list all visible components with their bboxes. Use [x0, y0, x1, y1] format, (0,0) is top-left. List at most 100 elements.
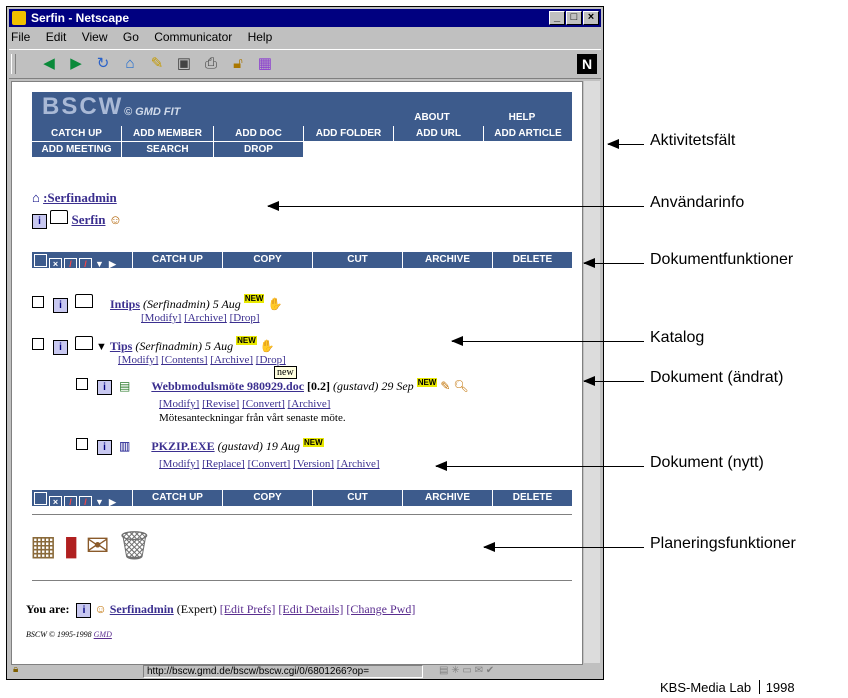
home-icon[interactable]: ⌂ [120, 55, 140, 73]
gmd-link[interactable]: GMD [94, 630, 112, 639]
info-icon[interactable]: i [32, 214, 47, 229]
forward-icon[interactable]: ▶ [66, 55, 86, 73]
catch-up-action[interactable]: CATCH UP [132, 252, 222, 268]
drop-link[interactable]: [Drop] [230, 312, 260, 324]
info-icon[interactable]: i [53, 340, 68, 355]
replace-link[interactable]: [Replace] [202, 458, 245, 470]
action-bar-bottom: × / / ▼ ▶ CATCH UP COPY CUT ARCHIVE DELETE [32, 490, 572, 509]
select-all-icon[interactable] [34, 492, 47, 505]
invert-icon[interactable]: / [79, 258, 92, 271]
info-icon[interactable]: i [53, 298, 68, 313]
add-folder-button[interactable]: ADD FOLDER [304, 126, 394, 141]
minimize-button[interactable]: _ [549, 11, 565, 25]
cut-action[interactable]: CUT [312, 490, 402, 506]
search-button[interactable]: SEARCH [122, 142, 214, 157]
modify-link[interactable]: [Modify] [159, 398, 199, 410]
version-link[interactable]: [Version] [293, 458, 334, 470]
help-button[interactable]: HELP [482, 110, 562, 126]
catch-up-button[interactable]: CATCH UP [32, 126, 122, 141]
briefcase-icon[interactable]: ✉ [86, 531, 109, 562]
about-button[interactable]: ABOUT [402, 110, 462, 126]
edit-prefs-link[interactable]: [Edit Prefs] [220, 602, 276, 616]
cut-action[interactable]: CUT [312, 252, 402, 268]
tips-link[interactable]: Tips [110, 339, 132, 353]
pkzip-link[interactable]: PKZIP.EXE [151, 439, 214, 453]
delete-action[interactable]: DELETE [492, 490, 572, 506]
add-article-button[interactable]: ADD ARTICLE [484, 126, 572, 141]
archive-action[interactable]: ARCHIVE [402, 252, 492, 268]
expand-icon[interactable]: ▶ [107, 497, 118, 508]
deselect-icon[interactable]: × [49, 258, 62, 271]
modify-link[interactable]: [Modify] [159, 458, 199, 470]
drop-button[interactable]: DROP [214, 142, 304, 157]
collapse-icon[interactable]: ▼ [94, 259, 105, 270]
invert-icon[interactable]: / [79, 496, 92, 509]
vertical-scrollbar[interactable] [583, 81, 600, 663]
archive-link[interactable]: [Archive] [184, 312, 227, 324]
menu-communicator[interactable]: Communicator [154, 30, 232, 44]
reload-icon[interactable]: ↻ [93, 55, 113, 73]
revise-link[interactable]: [Revise] [202, 398, 239, 410]
guide-icon[interactable]: ▣ [174, 55, 194, 73]
print-icon[interactable]: ⎙ [201, 55, 221, 73]
delete-action[interactable]: DELETE [492, 252, 572, 268]
deselect-icon[interactable]: × [49, 496, 62, 509]
trash-icon[interactable]: 🗑︎ [116, 531, 152, 562]
calendar-icon[interactable]: ▮ [63, 531, 78, 562]
stop-icon[interactable]: ▦ [255, 55, 275, 73]
archive-link[interactable]: [Archive] [337, 458, 380, 470]
close-button[interactable]: × [583, 11, 599, 25]
you-are-user-link[interactable]: Serfinadmin [110, 602, 174, 616]
menu-help[interactable]: Help [248, 30, 273, 44]
drop-link[interactable]: [Drop] [256, 354, 286, 366]
add-meeting-button[interactable]: ADD MEETING [32, 142, 122, 157]
clear-icon[interactable]: / [64, 496, 77, 509]
catch-up-action[interactable]: CATCH UP [132, 490, 222, 506]
menu-go[interactable]: Go [123, 30, 139, 44]
select-checkbox[interactable] [76, 438, 88, 450]
select-checkbox[interactable] [32, 296, 44, 308]
search-icon[interactable]: ✎ [147, 55, 167, 73]
info-icon[interactable]: i [97, 380, 112, 395]
menu-file[interactable]: File [11, 30, 30, 44]
collapse-icon[interactable]: ▼ [94, 497, 105, 508]
maximize-button[interactable]: □ [566, 11, 582, 25]
back-icon[interactable]: ◀ [39, 55, 59, 73]
select-checkbox[interactable] [76, 378, 88, 390]
change-pwd-link[interactable]: [Change Pwd] [346, 602, 415, 616]
security-icon[interactable]: 🔓︎ [228, 55, 248, 73]
contents-link[interactable]: [Contents] [161, 354, 207, 366]
copy-action[interactable]: COPY [222, 490, 312, 506]
menu-edit[interactable]: Edit [46, 30, 67, 44]
intips-link[interactable]: Intips [110, 297, 140, 311]
member-icon[interactable]: ☺ [109, 212, 122, 227]
add-doc-button[interactable]: ADD DOC [214, 126, 304, 141]
info-icon[interactable]: i [76, 603, 92, 618]
expand-icon[interactable]: ▶ [107, 259, 118, 270]
clear-icon[interactable]: / [64, 258, 77, 271]
toolbar-grip[interactable] [11, 54, 16, 74]
archive-action[interactable]: ARCHIVE [402, 490, 492, 506]
modify-link[interactable]: [Modify] [118, 354, 158, 366]
archive-link[interactable]: [Archive] [210, 354, 253, 366]
add-url-button[interactable]: ADD URL [394, 126, 484, 141]
user-link[interactable]: :Serfinadmin [43, 190, 117, 205]
select-checkbox[interactable] [32, 338, 44, 350]
edit-details-link[interactable]: [Edit Details] [278, 602, 343, 616]
copy-action[interactable]: COPY [222, 252, 312, 268]
convert-link[interactable]: [Convert] [242, 398, 285, 410]
home-icon[interactable]: ⌂ [32, 190, 40, 205]
modify-link[interactable]: [Modify] [141, 312, 181, 324]
folder-link[interactable]: Serfin [72, 212, 106, 227]
archive-link[interactable]: [Archive] [288, 398, 331, 410]
arrow-activity [607, 139, 644, 149]
webb-link[interactable]: Webbmodulsmöte 980929.doc [151, 379, 304, 393]
select-all-icon[interactable] [34, 254, 47, 267]
security-status-icon[interactable]: 🔒︎ [13, 664, 18, 675]
menu-view[interactable]: View [82, 30, 108, 44]
expanded-arrow-icon[interactable]: ▼ [96, 341, 107, 353]
convert-link[interactable]: [Convert] [248, 458, 291, 470]
info-icon[interactable]: i [97, 440, 112, 455]
add-member-button[interactable]: ADD MEMBER [122, 126, 214, 141]
address-book-icon[interactable]: ▦ [30, 531, 56, 562]
